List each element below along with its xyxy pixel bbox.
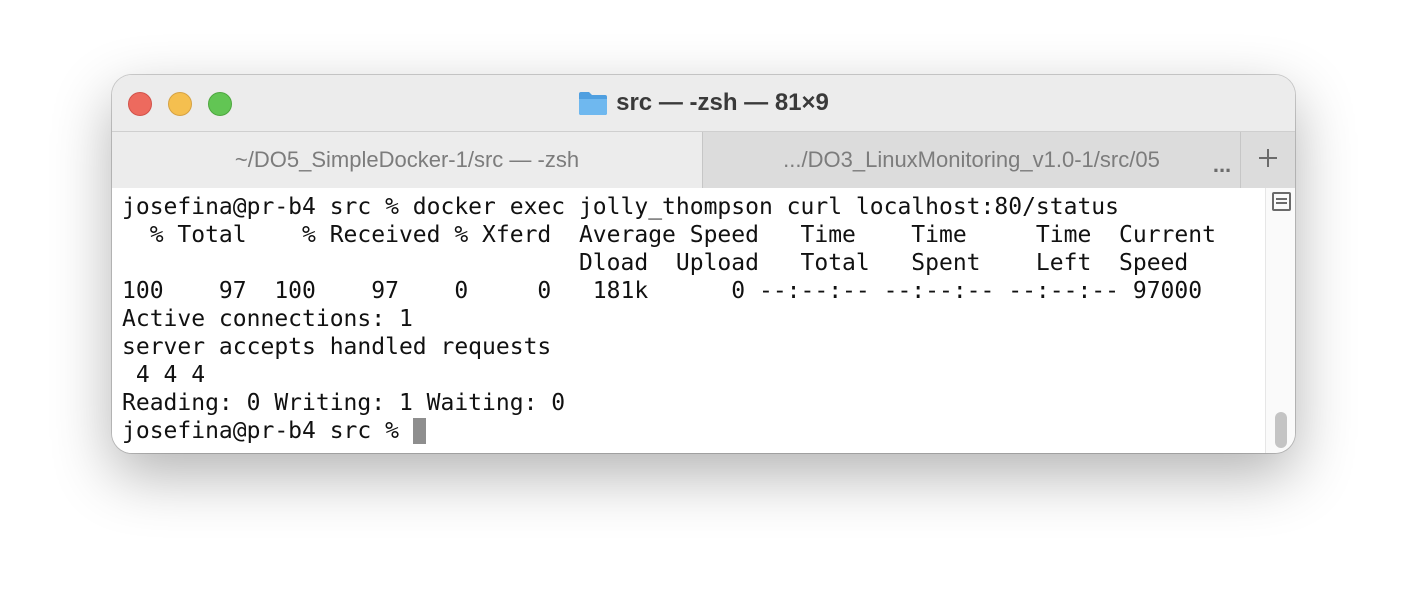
terminal-line: server accepts handled requests [122, 334, 552, 360]
text-cursor [412, 418, 426, 444]
terminal-line: Active connections: 1 [122, 306, 413, 332]
window-title-container: src — -zsh — 81×9 [112, 75, 1295, 131]
new-tab-button[interactable] [1240, 132, 1295, 188]
terminal-line: Dload Upload Total Spent Left Speed [122, 250, 1189, 276]
terminal-line: josefina@pr-b4 src % docker exec jolly_t… [122, 194, 1119, 220]
split-view-icon[interactable] [1272, 192, 1291, 211]
vertical-scrollbar[interactable] [1265, 188, 1295, 453]
terminal-output[interactable]: josefina@pr-b4 src % docker exec jolly_t… [112, 188, 1265, 453]
terminal-line: 100 97 100 97 0 0 181k 0 --:--:-- --:--:… [122, 278, 1203, 304]
terminal-line: % Total % Received % Xferd Average Speed… [122, 222, 1216, 248]
title-bar[interactable]: src — -zsh — 81×9 [112, 75, 1295, 131]
folder-icon [578, 90, 608, 116]
tab-linuxmonitoring[interactable]: .../DO3_LinuxMonitoring_v1.0-1/src/05 [703, 132, 1240, 188]
window-title: src — -zsh — 81×9 [616, 89, 829, 116]
tab-simpledocker[interactable]: ~/DO5_SimpleDocker-1/src — -zsh [112, 132, 703, 188]
terminal-line: 4 4 4 [122, 362, 206, 388]
terminal-line: Reading: 0 Writing: 1 Waiting: 0 [122, 390, 566, 416]
tab-bar: ~/DO5_SimpleDocker-1/src — -zsh .../DO3_… [112, 131, 1295, 188]
terminal-window: src — -zsh — 81×9 ~/DO5_SimpleDocker-1/s… [112, 75, 1295, 453]
scrollbar-thumb[interactable] [1275, 412, 1287, 448]
terminal-prompt: josefina@pr-b4 src % [122, 418, 413, 444]
tab-overflow-indicator[interactable]: ... [1204, 132, 1240, 188]
terminal-prompt-line[interactable]: josefina@pr-b4 src % [122, 417, 1265, 445]
plus-icon [1257, 147, 1279, 174]
